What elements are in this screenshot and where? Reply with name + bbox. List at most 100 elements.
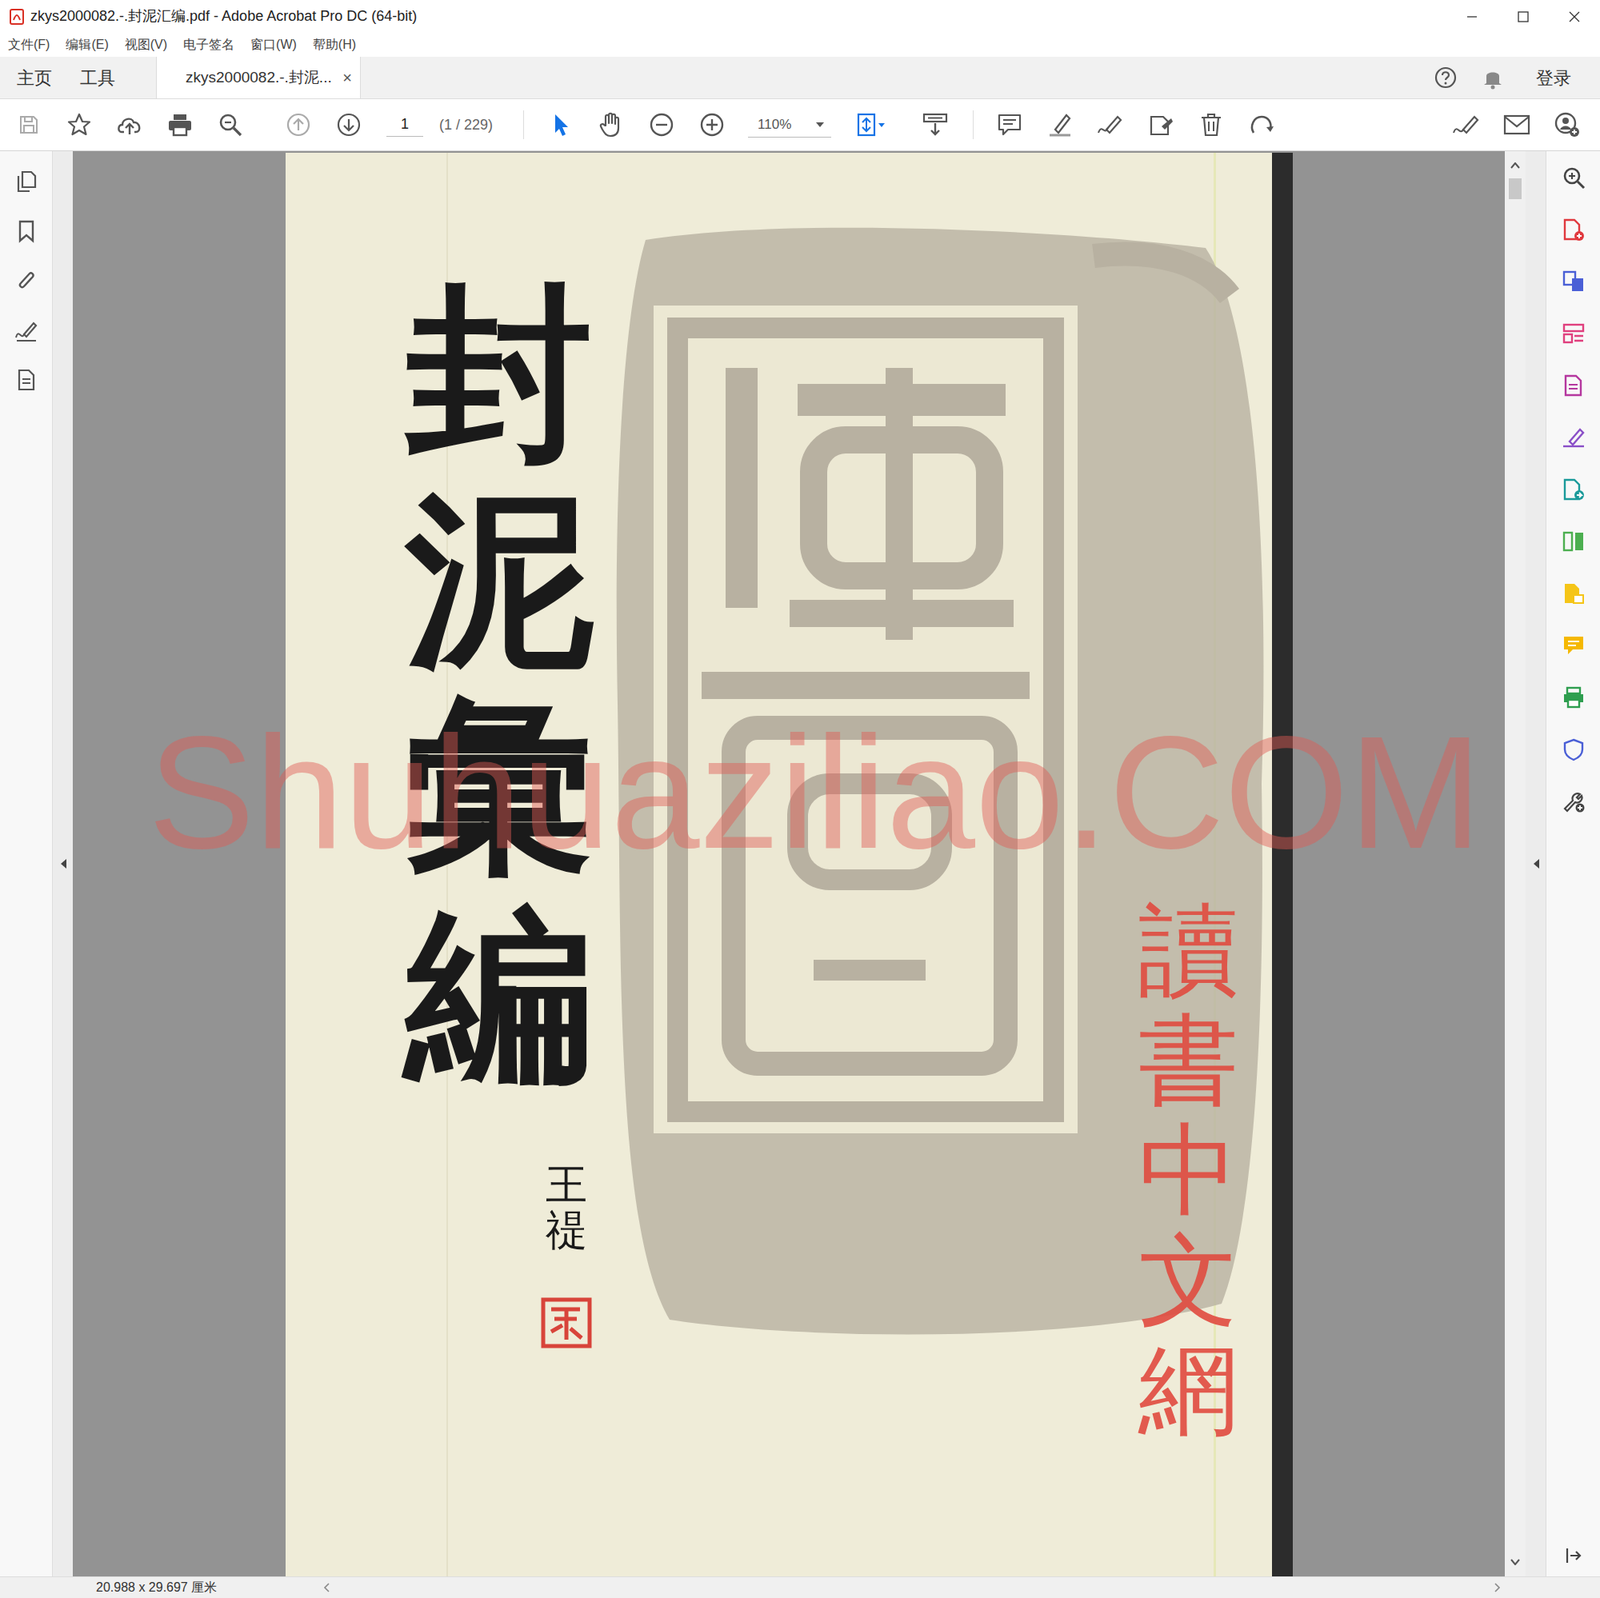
tools-tab[interactable]: 工具 <box>68 56 127 99</box>
home-tab[interactable]: 主页 <box>0 56 69 99</box>
export-pdf-icon[interactable] <box>1561 269 1586 294</box>
login-button[interactable]: 登录 <box>1536 64 1572 92</box>
highlight-button[interactable] <box>1034 112 1085 138</box>
save-button[interactable] <box>3 113 54 136</box>
toolbar: 1 (1 / 229) 110% <box>0 99 1600 152</box>
bookmark-icon[interactable] <box>16 219 36 244</box>
window-title: zkys2000082.-.封泥汇编.pdf - Adobe Acrobat P… <box>30 5 417 28</box>
compare-files-icon[interactable] <box>1561 529 1586 554</box>
menu-bar: 文件(F) 编辑(E) 视图(V) 电子签名 窗口(W) 帮助(H) <box>0 32 1600 57</box>
comment-icon <box>996 112 1023 138</box>
bell-icon[interactable] <box>1481 65 1504 90</box>
minimize-button[interactable] <box>1446 0 1498 33</box>
scroll-down-icon[interactable] <box>1510 1559 1520 1566</box>
page-number-field[interactable]: 1 <box>386 112 424 137</box>
scroll-mode-icon <box>921 112 949 138</box>
select-tool-button[interactable] <box>535 112 586 138</box>
print-button[interactable] <box>154 112 205 137</box>
page-thumbnails-icon[interactable] <box>15 169 38 194</box>
close-tab-button[interactable]: × <box>342 65 352 90</box>
fit-page-button[interactable] <box>845 112 896 138</box>
menu-item[interactable]: 电子签名 <box>183 35 235 55</box>
bookmark-star-button[interactable] <box>53 112 104 138</box>
scrolling-mode-button[interactable] <box>909 112 960 138</box>
menu-item[interactable]: 文件(F) <box>8 35 50 55</box>
magnifier-icon <box>217 112 244 138</box>
rotate-button[interactable] <box>1236 112 1287 138</box>
zoom-dropdown[interactable]: 110% <box>748 112 832 138</box>
edit-pdf-icon[interactable] <box>1561 373 1586 398</box>
right-pane-toggle[interactable] <box>1525 151 1546 1577</box>
comment-tool-icon[interactable] <box>1561 633 1586 658</box>
dropdown-arrow-icon <box>815 121 825 128</box>
maximize-button[interactable] <box>1497 0 1549 33</box>
paperclip-icon[interactable] <box>15 268 38 293</box>
document-view: 封泥彙編 王禔 讀書中文網 Shuhuaziliao.COM <box>72 151 1505 1577</box>
stamp-button[interactable] <box>1135 112 1186 138</box>
pdf-icon <box>9 8 24 25</box>
zoom-search-icon[interactable] <box>1561 165 1586 190</box>
plus-circle-icon <box>699 112 725 138</box>
more-tools-icon[interactable] <box>1561 789 1586 814</box>
combine-files-icon[interactable] <box>1561 581 1586 606</box>
email-button[interactable] <box>1491 113 1542 136</box>
document-tab[interactable]: zkys2000082.-.封泥... × <box>156 56 361 99</box>
upload-button[interactable] <box>104 112 155 137</box>
scroll-up-icon[interactable] <box>1510 162 1520 169</box>
cloud-upload-icon <box>116 112 144 137</box>
menu-item[interactable]: 窗口(W) <box>250 35 297 55</box>
vertical-scrollbar[interactable] <box>1504 151 1526 1577</box>
send-for-signature-icon[interactable] <box>1561 477 1586 502</box>
help-icon[interactable] <box>1433 65 1458 90</box>
scroll-left-icon[interactable] <box>323 1583 330 1593</box>
page-size: 20.988 x 29.697 厘米 <box>96 1578 217 1598</box>
previous-page-button[interactable] <box>272 112 324 138</box>
maximize-icon <box>1516 10 1530 24</box>
collapse-pane-icon[interactable] <box>1564 1546 1584 1566</box>
protect-shield-icon[interactable] <box>1561 737 1586 762</box>
create-pdf-icon[interactable] <box>1561 217 1586 242</box>
main-area: 封泥彙編 王禔 讀書中文網 Shuhuaziliao.COM <box>0 151 1600 1577</box>
hand-tool-button[interactable] <box>585 111 636 139</box>
menu-item[interactable]: 帮助(H) <box>312 35 356 55</box>
fit-page-icon <box>855 112 888 138</box>
zoom-in-button[interactable] <box>686 112 737 138</box>
acrobat-window: zkys2000082.-.封泥汇编.pdf - Adobe Acrobat P… <box>0 0 1600 1598</box>
hand-icon <box>598 111 624 139</box>
delete-button[interactable] <box>1185 112 1236 138</box>
status-bar: 20.988 x 29.697 厘米 <box>0 1576 1600 1598</box>
fill-sign-icon[interactable] <box>1561 425 1586 450</box>
comment-button[interactable] <box>984 112 1035 138</box>
red-seal-icon <box>540 1296 593 1350</box>
fill-sign-button[interactable] <box>1440 112 1492 138</box>
scrollbar-thumb[interactable] <box>1508 178 1522 200</box>
printer-icon <box>167 112 193 137</box>
share-button[interactable] <box>1541 111 1592 139</box>
document-icon[interactable] <box>16 368 37 392</box>
menu-item[interactable]: 视图(V) <box>124 35 168 55</box>
sign-icon <box>1452 112 1481 138</box>
zoom-out-button[interactable] <box>636 112 687 138</box>
next-page-button[interactable] <box>323 112 374 138</box>
close-icon <box>1568 10 1581 24</box>
toolbar-separator <box>523 110 524 140</box>
arrow-up-icon <box>285 112 312 138</box>
left-pane-toggle[interactable] <box>52 151 73 1577</box>
pointer-icon <box>550 112 572 138</box>
stamp-icon <box>1147 112 1175 138</box>
search-button[interactable] <box>204 112 256 138</box>
highlighter-icon <box>1047 112 1073 138</box>
envelope-icon <box>1503 113 1531 136</box>
menu-item[interactable]: 编辑(E) <box>65 35 108 55</box>
organize-pages-icon[interactable] <box>1561 321 1586 346</box>
close-window-button[interactable] <box>1548 0 1600 33</box>
draw-button[interactable] <box>1084 112 1136 138</box>
signature-icon[interactable] <box>14 318 39 343</box>
pen-sign-icon <box>1096 112 1124 138</box>
scroll-right-icon[interactable] <box>1494 1583 1501 1593</box>
toolbar-separator <box>972 110 974 140</box>
page-count: (1 / 229) <box>439 114 493 136</box>
minus-circle-icon <box>648 112 675 138</box>
save-icon <box>17 113 40 136</box>
scan-icon[interactable] <box>1561 685 1586 710</box>
